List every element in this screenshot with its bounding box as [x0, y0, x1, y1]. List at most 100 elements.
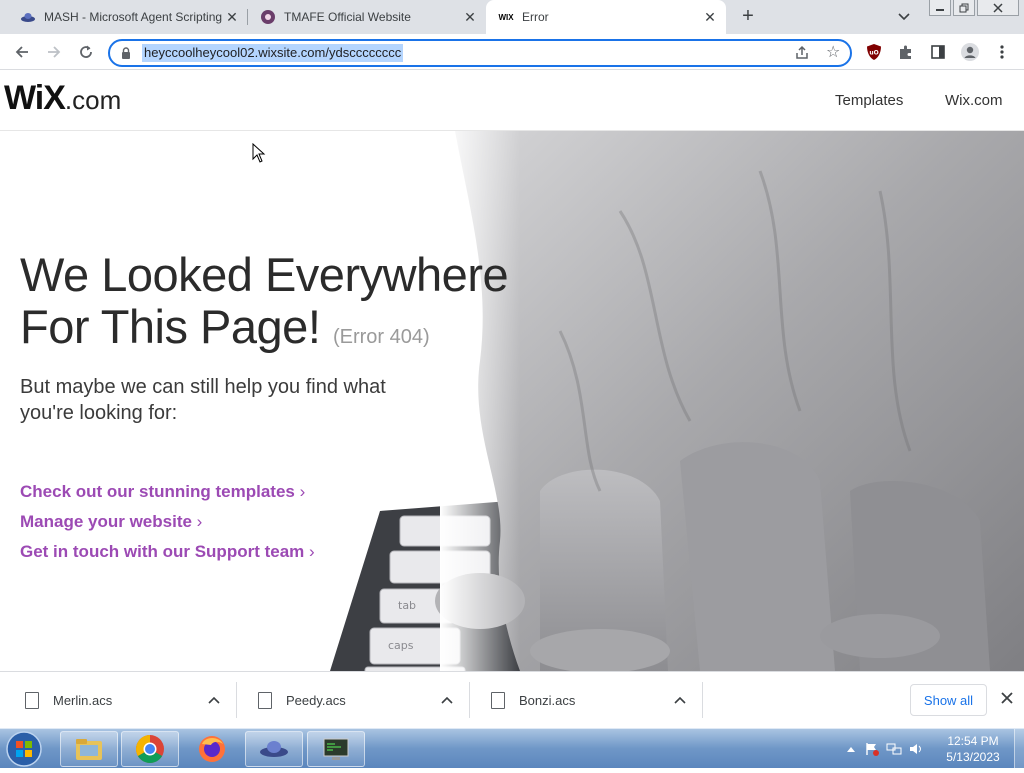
close-icon[interactable]: ✕ [224, 9, 240, 25]
new-tab-button[interactable]: + [736, 5, 760, 29]
error-headline: We Looked Everywhere For This Page! (Err… [20, 248, 509, 363]
support-team-link[interactable]: Get in touch with our Support team › [20, 542, 315, 562]
browser-toolbar: heyccoolheycool02.wixsite.com/ydsccccccc… [0, 34, 1024, 70]
download-bar: Merlin.acs Peedy.acs Bonzi.acs Show all [0, 671, 1024, 728]
manage-website-link[interactable]: Manage your website › [20, 512, 202, 532]
nav-wixcom-link[interactable]: Wix.com [945, 92, 1003, 109]
file-icon [491, 691, 505, 709]
side-panel-button[interactable] [926, 40, 950, 64]
forward-button[interactable] [42, 40, 66, 64]
templates-link[interactable]: Check out our stunning templates › [20, 482, 305, 502]
download-item[interactable]: Merlin.acs [4, 682, 237, 718]
windows-taskbar: 12:54 PM 5/13/2023 [0, 728, 1024, 769]
tab-title: MASH - Microsoft Agent Scripting Helper [44, 10, 224, 24]
restore-button[interactable] [953, 0, 975, 16]
start-button[interactable] [4, 730, 44, 768]
network-icon[interactable] [886, 741, 902, 757]
taskbar-mash[interactable] [245, 731, 303, 767]
nav-templates-link[interactable]: Templates [835, 92, 903, 109]
tab-error[interactable]: WIX Error ✕ [486, 0, 726, 34]
side-panel-icon [931, 45, 945, 59]
taskbar-chrome[interactable] [121, 731, 179, 767]
minimize-button[interactable] [929, 0, 951, 16]
close-icon [1001, 692, 1013, 704]
tab-title: Error [522, 10, 549, 24]
mash-ufo-icon [260, 741, 288, 757]
file-icon [25, 691, 39, 709]
ublock-extension-button[interactable]: uO [862, 40, 886, 64]
tmafe-icon [260, 9, 276, 25]
logo-suffix: .com [64, 85, 122, 115]
taskbar-explorer[interactable] [60, 731, 118, 767]
svg-text:uO: uO [869, 50, 878, 57]
mash-ufo-icon [20, 9, 36, 25]
url-text[interactable]: heyccoolheycool02.wixsite.com/ydsccccccc… [142, 44, 404, 62]
chrome-icon [136, 735, 164, 763]
taskbar-firefox[interactable] [183, 731, 241, 767]
bookmark-star-icon[interactable]: ☆ [826, 44, 840, 62]
tab-search-button[interactable] [894, 8, 914, 26]
download-item[interactable]: Peedy.acs [237, 682, 470, 718]
menu-button[interactable] [990, 40, 1014, 64]
headline-line1: We Looked Everywhere [20, 248, 509, 301]
logo-main: WiX [4, 79, 66, 117]
download-filename: Peedy.acs [286, 692, 346, 708]
close-icon[interactable]: ✕ [462, 9, 478, 25]
chevron-right-icon: › [299, 482, 306, 501]
system-tray [846, 729, 924, 769]
close-download-bar-button[interactable] [998, 689, 1016, 707]
reload-button[interactable] [74, 40, 98, 64]
windows-orb-icon [6, 731, 42, 767]
tab-tmafe[interactable]: TMAFE Official Website ✕ [248, 0, 486, 34]
chevron-up-icon[interactable] [674, 696, 686, 704]
chevron-up-icon[interactable] [441, 696, 453, 704]
back-button[interactable] [10, 40, 34, 64]
window-close-button[interactable] [977, 0, 1019, 16]
firefox-icon [199, 736, 225, 762]
volume-icon[interactable] [908, 741, 924, 757]
address-bar[interactable]: heyccoolheycool02.wixsite.com/ydsccccccc… [108, 39, 852, 67]
mouse-cursor-icon [252, 143, 266, 163]
wix-logo[interactable]: WiX.com [4, 79, 121, 118]
error-hero: tab caps We Looked Everywhere For This P… [0, 131, 1024, 671]
chevron-right-icon: › [309, 542, 315, 561]
file-icon [258, 691, 272, 709]
arrow-right-icon [48, 46, 61, 58]
share-icon[interactable] [794, 45, 810, 61]
chevron-up-icon[interactable] [208, 696, 220, 704]
download-item[interactable]: Bonzi.acs [470, 682, 703, 718]
clock-date: 5/13/2023 [946, 750, 1000, 764]
taskbar-clock[interactable]: 12:54 PM 5/13/2023 [940, 733, 1006, 765]
tab-strip: MASH - Microsoft Agent Scripting Helper … [0, 0, 1024, 34]
link-label: Get in touch with our Support team [20, 542, 305, 561]
restore-icon [959, 3, 969, 12]
close-icon[interactable]: ✕ [702, 9, 718, 25]
close-icon [993, 2, 1003, 13]
site-header: WiX.com Templates Wix.com [0, 71, 1024, 131]
arrow-left-icon [15, 46, 28, 58]
web-page: WiX.com Templates Wix.com tab caps We Lo… [0, 71, 1024, 671]
profile-button[interactable] [958, 40, 982, 64]
link-label: Check out our stunning templates [20, 482, 295, 501]
show-hidden-icons-icon[interactable] [846, 745, 856, 753]
clock-time: 12:54 PM [947, 734, 999, 748]
link-label: Manage your website [20, 512, 192, 531]
extensions-button[interactable] [894, 40, 918, 64]
tab-mash[interactable]: MASH - Microsoft Agent Scripting Helper … [8, 0, 248, 34]
action-center-flag-icon[interactable] [864, 741, 880, 757]
chevron-down-icon [898, 13, 910, 21]
svg-text:caps: caps [388, 639, 414, 652]
show-desktop-button[interactable] [1014, 729, 1024, 769]
show-all-downloads-button[interactable]: Show all [910, 684, 987, 716]
avatar-icon [961, 43, 979, 61]
puzzle-icon [900, 45, 911, 59]
reload-icon [80, 45, 92, 58]
headline-line2: For This Page! [20, 300, 321, 353]
minimize-icon [936, 8, 944, 11]
download-filename: Merlin.acs [53, 692, 113, 708]
terminal-monitor-icon [323, 738, 349, 760]
error-code: (Error 404) [332, 326, 430, 348]
tab-title: TMAFE Official Website [284, 10, 411, 24]
wix-icon: WIX [498, 12, 514, 22]
taskbar-monitor-app[interactable] [307, 731, 365, 767]
